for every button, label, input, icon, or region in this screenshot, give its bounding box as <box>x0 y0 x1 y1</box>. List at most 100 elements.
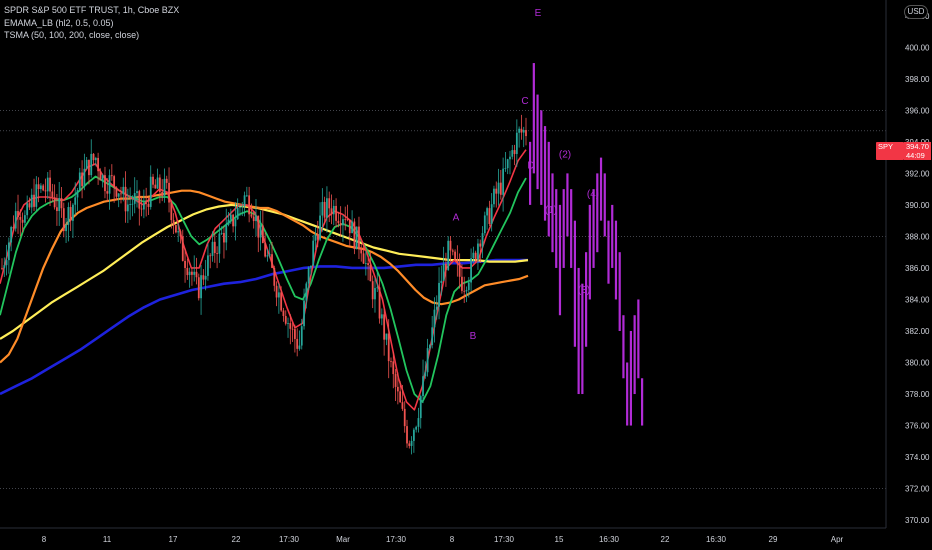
last-price-value: 394.70 <box>906 142 929 151</box>
candle-body <box>46 177 49 192</box>
candle-body <box>223 232 225 243</box>
price-chart[interactable]: A B C D E (1) (2) (3) (4) 370.00 372.00 374.00 376.… <box>0 0 932 550</box>
candle-body <box>458 262 461 277</box>
candle-body <box>53 197 56 208</box>
candle-body <box>472 252 475 259</box>
candle-body <box>140 208 143 210</box>
indicator-tsma[interactable]: TSMA (50, 100, 200, close, close) <box>4 29 179 42</box>
candle-body <box>225 224 228 243</box>
candle-body <box>515 132 518 154</box>
candle-body <box>39 185 42 190</box>
candle-body <box>303 300 305 327</box>
time-tick-label: 22 <box>661 535 670 544</box>
candle-body <box>56 207 58 212</box>
candle-body <box>456 259 459 263</box>
candle-body <box>72 204 74 221</box>
candle-body <box>124 186 127 212</box>
candle-body <box>44 190 47 192</box>
candle-body <box>520 128 523 133</box>
candle-body <box>195 271 198 278</box>
candle-body <box>449 240 452 251</box>
price-tick-label: 400.00 <box>905 43 930 52</box>
time-tick-label: 11 <box>103 535 112 544</box>
projection-bar <box>592 189 595 268</box>
candle-body <box>30 194 33 208</box>
candle-body <box>497 182 500 194</box>
wave-label: E <box>535 8 542 19</box>
wave-label: (2) <box>559 150 571 161</box>
price-tick-label: 380.00 <box>905 359 930 368</box>
candle-body <box>255 215 257 222</box>
last-price-countdown: 44:09 <box>906 151 925 160</box>
time-tick-label: 16:30 <box>599 535 620 544</box>
candle-body <box>445 263 447 270</box>
candle-body <box>332 205 335 215</box>
wave-label: C <box>521 96 528 107</box>
wave-label: A <box>453 213 460 224</box>
projection-bar <box>618 252 621 331</box>
candle-body <box>239 206 241 208</box>
candle-body <box>454 251 456 260</box>
candle-body <box>106 191 109 194</box>
price-tick-label: 386.00 <box>905 264 930 273</box>
candle-body <box>479 243 482 247</box>
candle-body <box>438 282 440 307</box>
time-tick-label: 17:30 <box>279 535 300 544</box>
candle-body <box>99 171 102 181</box>
candle-body <box>67 207 70 225</box>
candle-body <box>351 221 353 234</box>
candle-body <box>184 260 186 268</box>
candle-body <box>431 327 434 346</box>
candle-body <box>502 168 505 195</box>
candle-body <box>344 219 347 220</box>
price-axis[interactable]: 370.00 372.00 374.00 376.00 378.00 380.00 382.… <box>905 12 930 525</box>
candle-body <box>277 292 280 298</box>
candle-body <box>204 275 207 280</box>
projection-bars <box>529 63 644 426</box>
candle-body <box>477 243 479 260</box>
candle-body <box>241 206 244 208</box>
candle-body <box>152 176 154 185</box>
candle-body <box>451 250 454 252</box>
candle-body <box>412 429 415 441</box>
candle-body <box>154 184 157 189</box>
candle-body <box>234 219 237 227</box>
candle-body <box>287 323 289 324</box>
projection-bar <box>562 189 565 268</box>
candle-body <box>250 214 253 217</box>
projection-bar <box>570 189 573 268</box>
candle-body <box>387 333 390 362</box>
candle-body <box>348 219 351 234</box>
candle-body <box>245 195 248 197</box>
symbol-title[interactable]: SPDR S&P 500 ETF TRUST, 1h, Cboe BZX <box>4 4 179 17</box>
candle-body <box>177 231 180 233</box>
candle-body <box>486 208 489 216</box>
sma200-line <box>0 258 528 396</box>
candle-body <box>415 426 418 430</box>
currency-button[interactable]: USD <box>904 5 928 19</box>
candle-body <box>422 376 424 397</box>
candle-body <box>26 203 29 216</box>
candle-body <box>94 157 97 161</box>
projection-bar <box>607 220 610 284</box>
time-axis[interactable]: 8 11 17 22 17:30 Mar 17:30 8 17:30 15 16:30 22 16:30… <box>42 535 844 544</box>
candle-body <box>191 271 193 275</box>
candle-body <box>330 208 333 215</box>
candle-body <box>337 220 340 224</box>
indicator-emama[interactable]: EMAMA_LB (hl2, 0.5, 0.05) <box>4 17 179 30</box>
candle-body <box>298 345 301 349</box>
candle-body <box>78 172 81 191</box>
candle-body <box>81 172 83 187</box>
projection-bar <box>599 157 603 221</box>
candle-body <box>396 386 399 392</box>
candle-body <box>371 281 374 300</box>
last-price-value-box: 394.70 44:09 <box>904 142 931 160</box>
candle-body <box>435 306 438 310</box>
projection-bar <box>629 330 632 426</box>
candle-body <box>369 264 372 282</box>
candle-body <box>227 219 230 225</box>
candle-body <box>97 157 100 172</box>
candle-body <box>65 224 67 232</box>
candle-body <box>392 361 395 375</box>
candle-body <box>305 283 308 301</box>
